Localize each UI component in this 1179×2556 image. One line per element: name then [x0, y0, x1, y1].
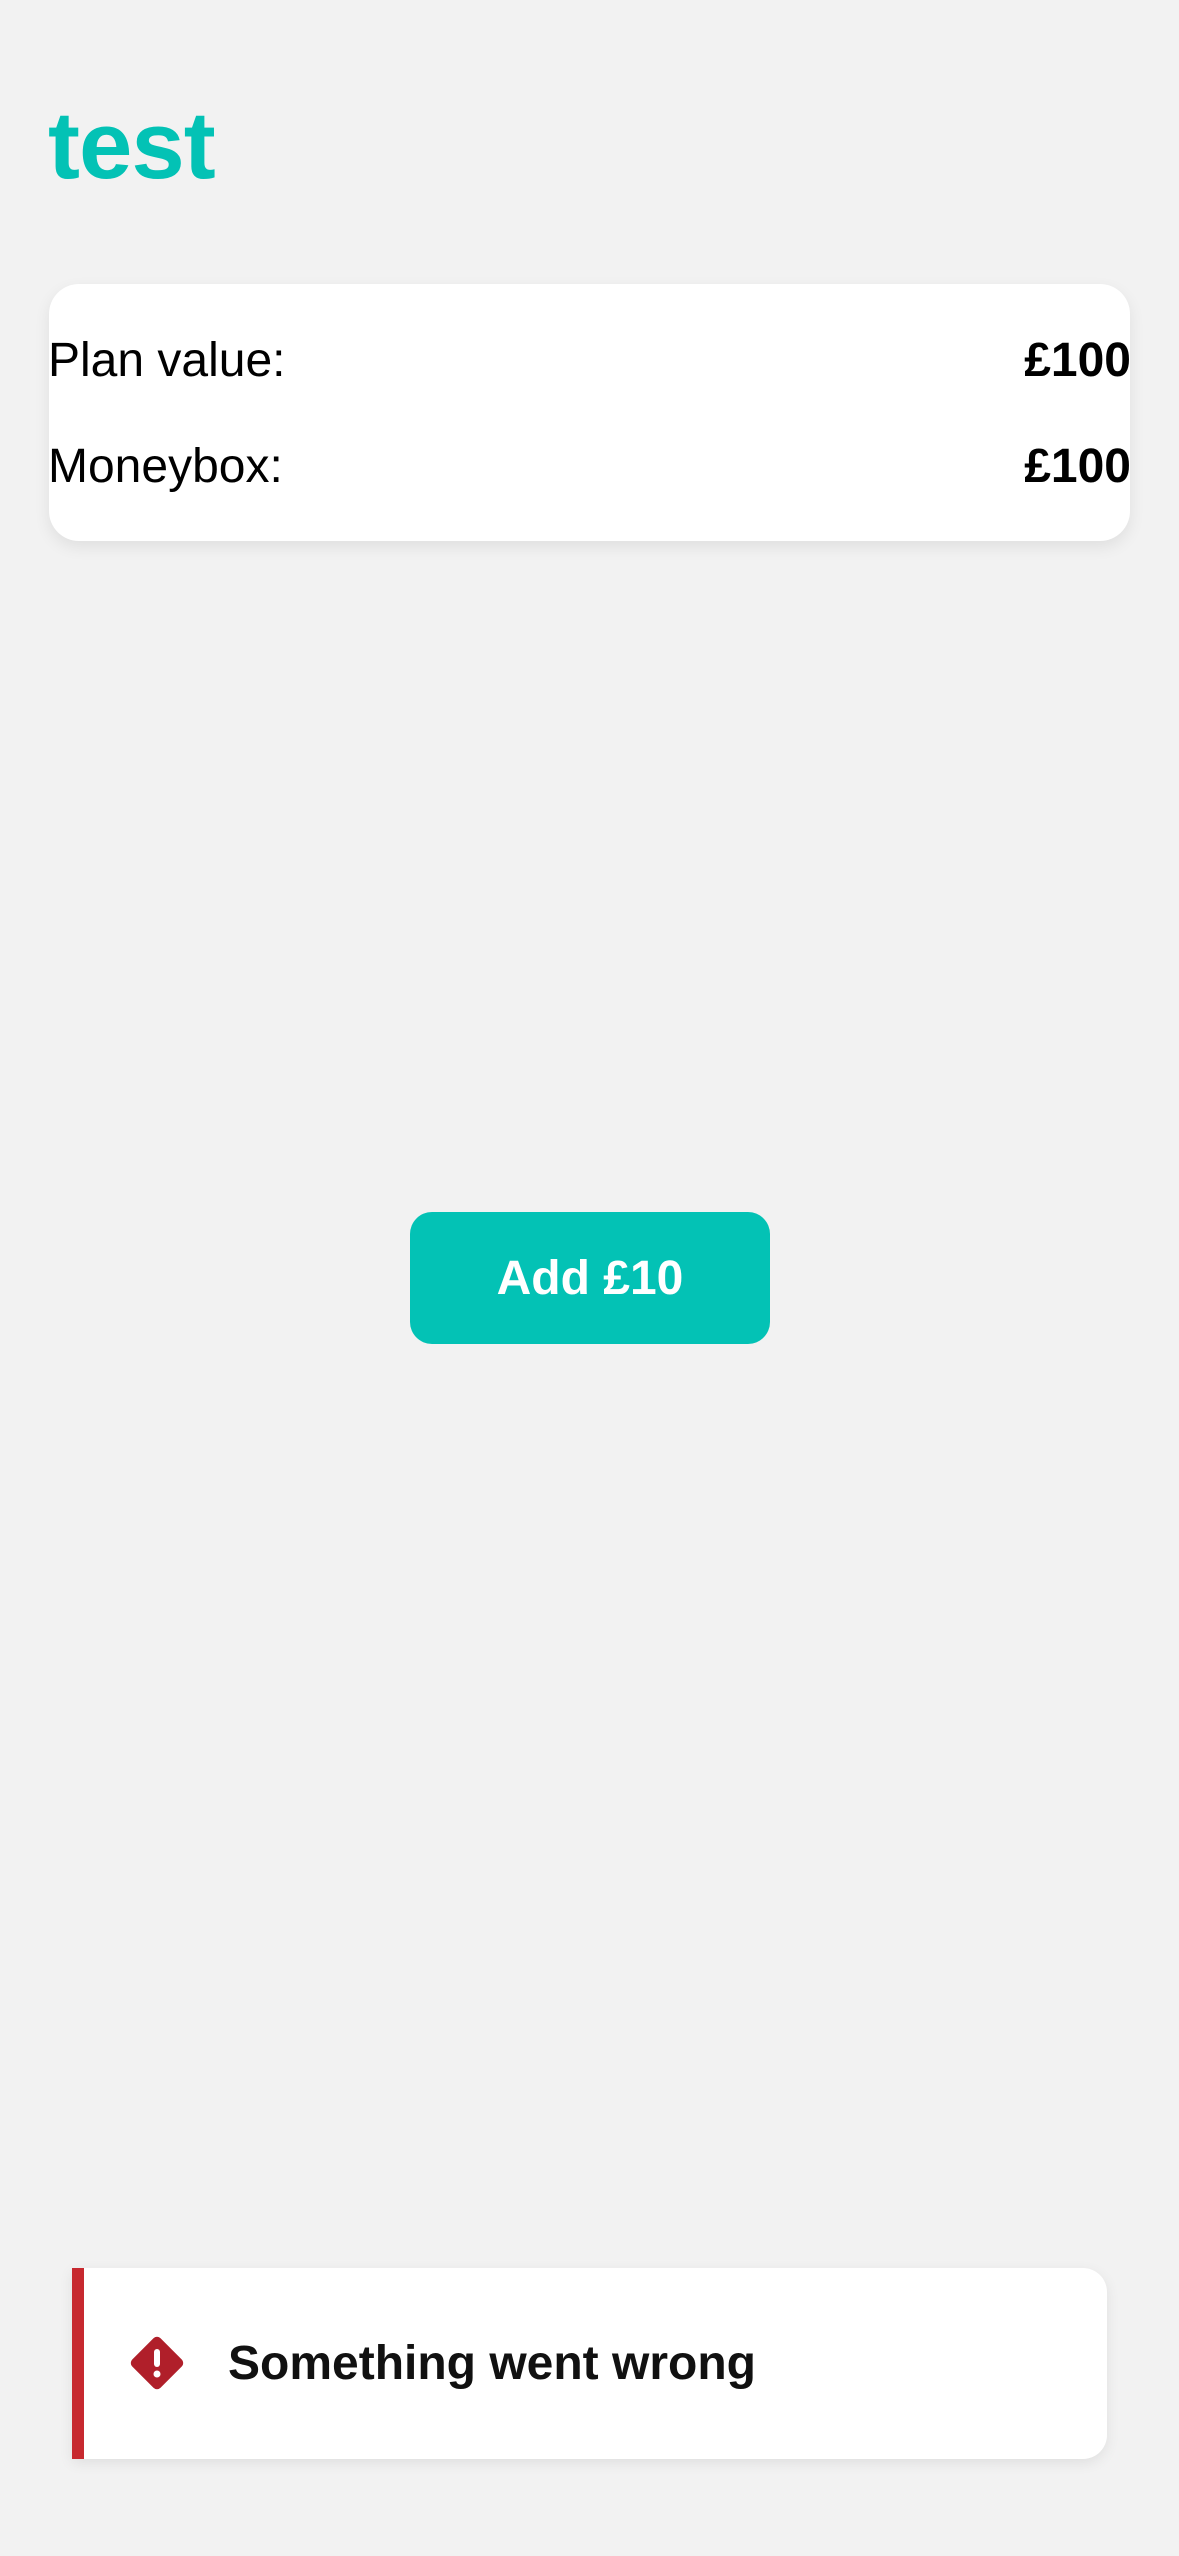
add-money-button[interactable]: Add £10 — [410, 1212, 770, 1344]
toast-message: Something went wrong — [228, 2337, 756, 2390]
summary-card — [49, 284, 1130, 541]
error-diamond-icon — [122, 2328, 192, 2398]
plan-value-row: Plan value: £100 — [48, 330, 1131, 390]
error-toast[interactable]: Something went wrong — [72, 2268, 1107, 2459]
plan-value-label: Plan value: — [48, 333, 286, 387]
moneybox-amount: £100 — [1024, 439, 1131, 493]
toast-status-bar — [72, 2268, 84, 2459]
page-title: test — [48, 92, 216, 199]
moneybox-row: Moneybox: £100 — [48, 436, 1131, 496]
moneybox-label: Moneybox: — [48, 439, 283, 493]
plan-value-amount: £100 — [1024, 333, 1131, 387]
